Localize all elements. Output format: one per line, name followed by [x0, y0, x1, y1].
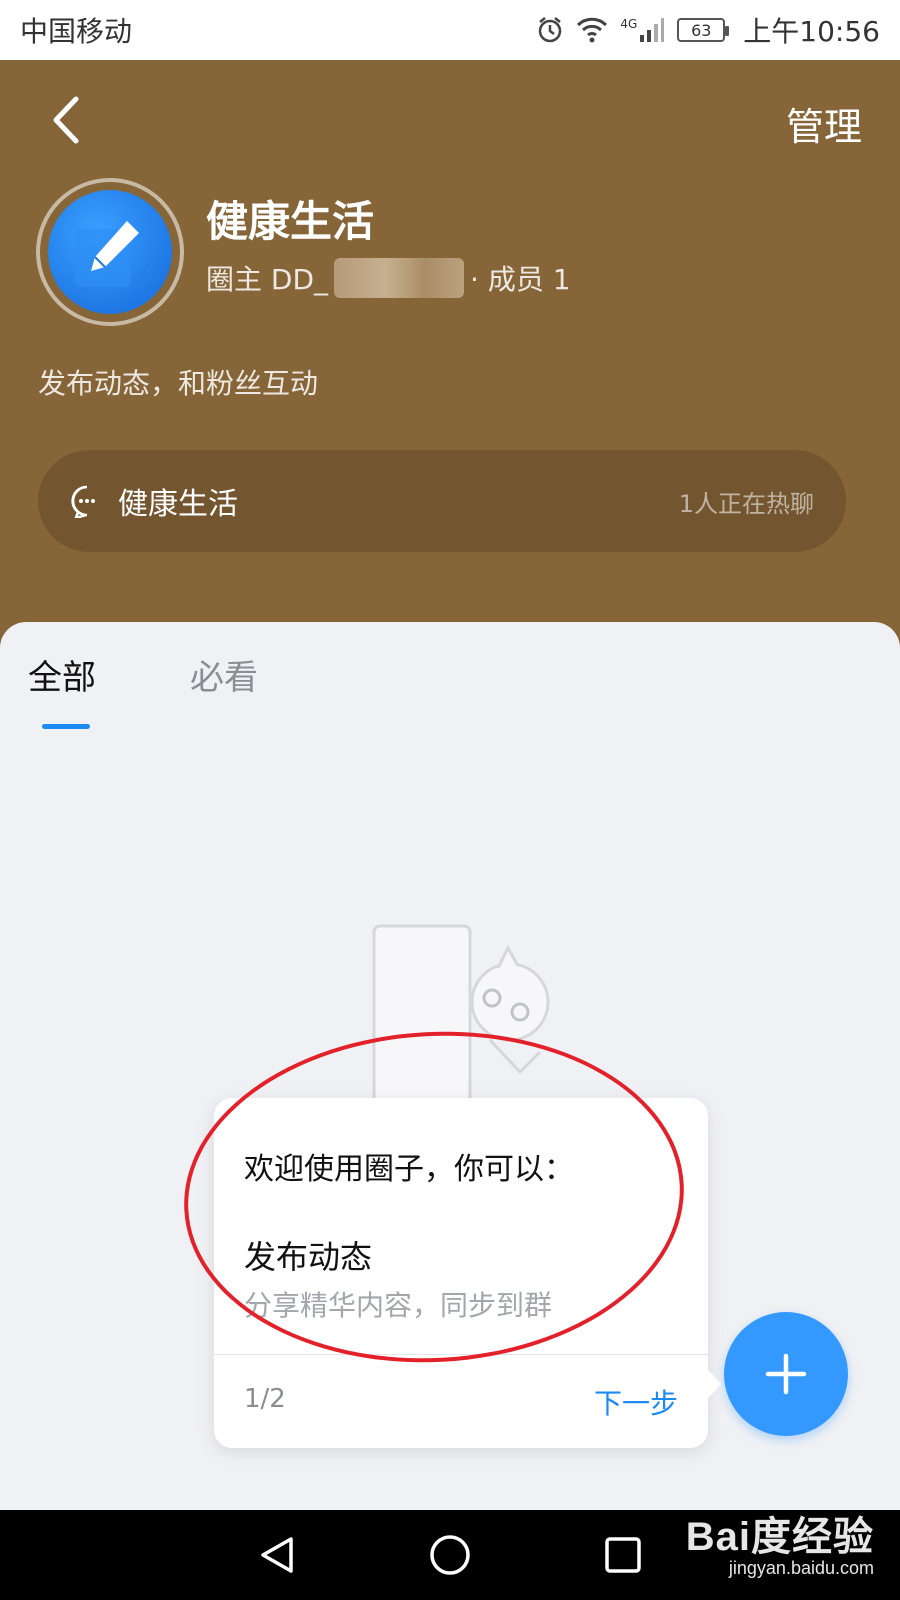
guide-item-title: 发布动态 — [244, 1238, 373, 1276]
tab-active-indicator — [42, 724, 90, 729]
group-chat-entry[interactable]: 健康生活 1人正在热聊 — [38, 450, 846, 552]
circle-meta: 圈主 DD_ · 成员 1 — [206, 258, 571, 298]
empty-state-illustration — [372, 924, 550, 1110]
wifi-icon — [576, 17, 608, 43]
status-icons: 4G 63 上午10:56 — [536, 10, 880, 50]
nav-back-button[interactable] — [247, 1525, 307, 1585]
back-button[interactable] — [40, 90, 90, 150]
pencil-icon — [75, 221, 139, 287]
tab-bar: 全部 必看 — [0, 650, 900, 730]
status-bar: 中国移动 4G 63 上午10:56 — [0, 0, 900, 60]
circle-header: 管理 健康生活 圈主 DD_ · 成员 1 发布动态，和粉丝互动 健康生活 1人… — [0, 60, 900, 650]
guide-intro: 欢迎使用圈子，你可以： — [244, 1152, 574, 1187]
baidu-jingyan-watermark: Bai度经验 jingyan.baidu.com — [682, 1500, 882, 1600]
guide-item-desc: 分享精华内容，同步到群 — [244, 1289, 553, 1322]
plus-icon — [765, 1353, 807, 1395]
redacted-owner-name — [334, 258, 465, 298]
nav-home-button[interactable] — [420, 1525, 480, 1585]
chat-bubble-icon — [71, 485, 95, 518]
network-type: 4G — [620, 17, 638, 31]
guide-page-indicator: 1/2 — [244, 1384, 286, 1414]
nav-recents-button[interactable] — [593, 1525, 653, 1585]
circle-title: 健康生活 — [206, 197, 375, 246]
tab-all[interactable]: 全部 — [28, 650, 96, 699]
watermark-logo: Bai度经验 — [685, 1515, 874, 1559]
tab-must-see[interactable]: 必看 — [190, 650, 258, 699]
chat-status: 1人正在热聊 — [678, 489, 814, 518]
app-screen: 中国移动 4G 63 上午10:56 管理 健康生活 圈主 DD_ · 成员 1… — [0, 0, 900, 1600]
watermark-url: jingyan.baidu.com — [728, 1558, 874, 1578]
chevron-left-icon — [53, 96, 79, 144]
feed-panel: 全部 必看 欢迎使用圈子，你可以： 发布动态 分享精华内容，同步到群 1/2 下… — [0, 622, 900, 1510]
triangle-back-icon — [260, 1537, 293, 1573]
clock-label: 上午10:56 — [743, 15, 880, 48]
members-label: · 成员 1 — [470, 263, 571, 296]
create-post-button[interactable] — [724, 1312, 848, 1436]
circle-home-icon — [430, 1535, 470, 1575]
guide-pointer — [708, 1370, 722, 1398]
alarm-icon — [536, 16, 564, 44]
carrier-label: 中国移动 — [20, 15, 133, 48]
chat-name: 健康生活 — [118, 487, 238, 522]
owner-label: 圈主 DD_ — [206, 263, 329, 296]
square-recents-icon — [605, 1537, 642, 1573]
chat-entry-left: 健康生活 — [70, 479, 238, 523]
welcome-guide-popup: 欢迎使用圈子，你可以： 发布动态 分享精华内容，同步到群 1/2 下一步 — [214, 1098, 722, 1448]
manage-button[interactable]: 管理 — [786, 96, 862, 151]
signal-icon: 4G — [620, 17, 665, 43]
circle-avatar — [48, 190, 172, 314]
guide-divider — [214, 1354, 708, 1355]
avatar[interactable] — [36, 178, 184, 326]
guide-next-button[interactable]: 下一步 — [594, 1382, 678, 1422]
circle-description: 发布动态，和粉丝互动 — [38, 367, 319, 400]
battery-icon: 63 — [677, 18, 730, 42]
